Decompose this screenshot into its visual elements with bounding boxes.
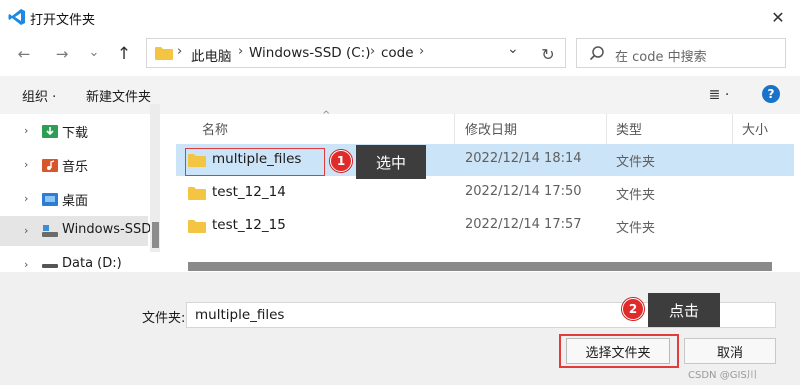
address-bar[interactable]: › 此电脑 › Windows-SSD (C:) › code › ⌄: [146, 38, 566, 68]
sidebar-item-label: Windows-SSD: [62, 222, 152, 237]
file-date: 2022/12/14 17:50: [465, 184, 582, 199]
recent-locations-button[interactable]: ⌄: [82, 40, 106, 64]
sidebar-item-label: Data (D:): [62, 256, 122, 271]
close-icon: ✕: [771, 7, 785, 27]
chevron-right-icon[interactable]: ›: [24, 158, 28, 171]
dialog-footer: [0, 272, 800, 385]
cancel-button[interactable]: 取消: [684, 338, 776, 364]
refresh-button[interactable]: ↻: [536, 42, 560, 66]
help-icon: ?: [767, 87, 775, 101]
music-icon: [42, 159, 58, 172]
chevron-right-icon[interactable]: ›: [24, 258, 28, 271]
button-highlight-box: [559, 334, 679, 368]
sidebar-item-label: 桌面: [62, 194, 89, 209]
step-badge: 1: [330, 150, 352, 172]
file-name: test_12_15: [212, 217, 286, 233]
organize-menu[interactable]: 组织 ·: [22, 86, 56, 105]
sidebar-item-desktop[interactable]: › 桌面: [0, 184, 148, 214]
breadcrumb-drive[interactable]: Windows-SSD (C:): [249, 45, 370, 61]
navigation-pane: › 下载 › 音乐 › 桌面 › Windows-SSD › Data (D:): [0, 114, 160, 271]
column-header-size[interactable]: 大小: [742, 119, 768, 138]
column-header-type[interactable]: 类型: [616, 119, 642, 138]
column-header-date[interactable]: 修改日期: [465, 119, 517, 138]
file-date: 2022/12/14 18:14: [465, 151, 582, 166]
up-button[interactable]: ↑: [112, 42, 136, 66]
sidebar-item-music[interactable]: › 音乐: [0, 150, 148, 180]
breadcrumb-separator: ›: [177, 44, 183, 59]
folder-field-label: 文件夹:: [142, 311, 186, 326]
step-callout: 选中: [356, 145, 426, 179]
selection-highlight-box: [185, 148, 325, 176]
address-dropdown-icon[interactable]: ⌄: [507, 41, 519, 57]
drive-icon: [42, 225, 58, 237]
file-type: 文件夹: [616, 155, 656, 170]
file-row[interactable]: test_12_15 2022/12/14 17:57 文件夹: [176, 210, 794, 242]
drive-icon: [42, 264, 58, 268]
chevron-right-icon[interactable]: ›: [24, 124, 28, 137]
folder-icon: [188, 220, 206, 233]
desktop-icon: [42, 193, 58, 206]
new-folder-button[interactable]: 新建文件夹: [86, 86, 151, 105]
breadcrumb-separator: ›: [370, 44, 376, 59]
search-icon: [589, 46, 604, 61]
column-divider[interactable]: [732, 114, 733, 144]
title-bar: 打开文件夹 ✕: [0, 0, 800, 36]
vscode-icon: [8, 9, 25, 25]
download-icon: [42, 125, 58, 138]
step-callout: 点击: [648, 293, 720, 327]
chevron-right-icon[interactable]: ›: [24, 192, 28, 205]
back-button[interactable]: ←: [12, 42, 36, 66]
arrow-right-icon: →: [55, 45, 69, 63]
folder-name-value: multiple_files: [195, 307, 285, 323]
chevron-right-icon[interactable]: ›: [24, 224, 28, 237]
arrow-up-icon: ↑: [116, 44, 132, 64]
column-divider[interactable]: [606, 114, 607, 144]
arrow-left-icon: ←: [17, 45, 31, 63]
file-date: 2022/12/14 17:57: [465, 217, 582, 232]
search-placeholder: 在 code 中搜索: [615, 50, 707, 65]
window-title: 打开文件夹: [30, 13, 96, 28]
column-divider[interactable]: [454, 114, 455, 144]
file-name: test_12_14: [212, 184, 286, 200]
breadcrumb-code[interactable]: code: [381, 45, 414, 61]
horizontal-scrollbar[interactable]: [188, 262, 772, 271]
sidebar-item-label: 音乐: [62, 160, 89, 175]
sort-ascending-icon: ^: [322, 110, 331, 121]
view-options-button[interactable]: ≣ ·: [704, 84, 734, 106]
file-type: 文件夹: [616, 188, 656, 203]
watermark: CSDN @GIS川: [688, 370, 757, 381]
breadcrumb-this-pc[interactable]: 此电脑: [191, 45, 232, 65]
folder-icon: [155, 47, 173, 60]
search-box[interactable]: 在 code 中搜索: [576, 38, 786, 68]
refresh-icon: ↻: [541, 44, 555, 64]
view-list-icon: ≣ ·: [708, 87, 730, 103]
folder-icon: [188, 187, 206, 200]
chevron-down-icon: ⌄: [88, 44, 100, 60]
breadcrumb-separator: ›: [419, 44, 425, 59]
sidebar-item-label: 下载: [62, 126, 89, 141]
sidebar-item-downloads[interactable]: › 下载: [0, 116, 148, 146]
file-row[interactable]: test_12_14 2022/12/14 17:50 文件夹: [176, 177, 794, 209]
sidebar-item-windows-ssd[interactable]: › Windows-SSD: [0, 216, 152, 246]
sidebar-scrollbar-thumb[interactable]: [152, 222, 159, 248]
help-button[interactable]: ?: [762, 85, 780, 103]
step-badge: 2: [622, 298, 644, 320]
column-header-name[interactable]: 名称: [202, 119, 228, 138]
close-button[interactable]: ✕: [764, 4, 792, 30]
forward-button[interactable]: →: [50, 42, 74, 66]
command-bar: 组织 · 新建文件夹 ≣ · ?: [0, 76, 800, 114]
file-type: 文件夹: [616, 221, 656, 236]
breadcrumb-separator: ›: [238, 44, 244, 59]
